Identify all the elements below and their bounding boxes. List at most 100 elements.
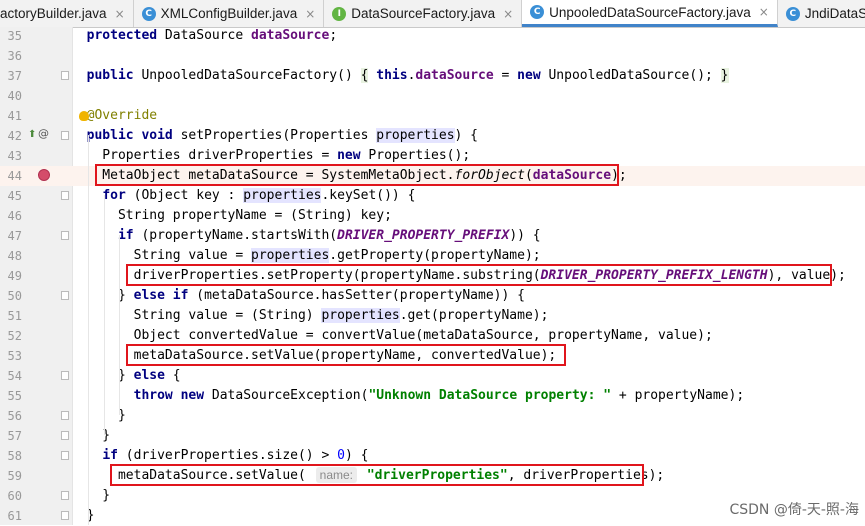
tab-0[interactable]: actoryBuilder.java ×	[0, 0, 134, 27]
fold-marker-icon[interactable]	[61, 451, 69, 460]
code-line[interactable]: 57 }	[0, 426, 865, 446]
code-text: throw new DataSourceException("Unknown D…	[133, 388, 745, 403]
code-text: } else if (metaDataSource.hasSetter(prop…	[71, 288, 525, 303]
fold-marker-icon[interactable]	[61, 231, 69, 240]
line-number: 48	[7, 249, 22, 263]
at-gutter-icon[interactable]: @	[38, 127, 49, 140]
fold-marker-icon[interactable]	[61, 431, 69, 440]
code-line[interactable]: 42 public void setProperties(Properties …	[0, 126, 865, 146]
tab-label: JndiDataSourceFactory.java	[804, 6, 865, 21]
line-number: 50	[7, 289, 22, 303]
code-text: driverProperties.setProperty(propertyNam…	[71, 268, 846, 283]
code-text: String value = (String) properties.get(p…	[71, 308, 549, 323]
fold-marker-icon[interactable]	[61, 491, 69, 500]
line-number: 53	[7, 349, 22, 363]
code-text: String propertyName = (String) key;	[71, 208, 392, 223]
code-line[interactable]: 56 }	[0, 406, 865, 426]
line-number: 42	[7, 129, 22, 143]
close-icon[interactable]: ×	[305, 7, 315, 21]
code-line[interactable]: 50 } else if (metaDataSource.hasSetter(p…	[0, 286, 865, 306]
code-line[interactable]: 58 if (driverProperties.size() > 0) {	[0, 446, 865, 466]
code-text: for (Object key : properties.keySet()) {	[102, 188, 416, 203]
code-text: }	[71, 508, 95, 523]
line-number: 59	[7, 469, 22, 483]
breakpoint-icon[interactable]	[38, 169, 50, 181]
line-number: 37	[7, 69, 22, 83]
code-line[interactable]: 52 Object convertedValue = convertValue(…	[0, 326, 865, 346]
code-line[interactable]: 49 driverProperties.setProperty(property…	[0, 266, 865, 286]
code-line[interactable]: 37 public UnpooledDataSourceFactory() { …	[0, 66, 865, 86]
tab-label: actoryBuilder.java	[0, 6, 107, 21]
fold-marker-icon[interactable]	[61, 71, 69, 80]
fold-marker-icon[interactable]	[61, 291, 69, 300]
fold-marker-icon[interactable]	[61, 371, 69, 380]
code-line[interactable]: 44 MetaObject metaDataSource = SystemMet…	[0, 166, 865, 186]
override-gutter-icon[interactable]: ⬆	[28, 129, 36, 140]
tab-label: DataSourceFactory.java	[351, 6, 496, 21]
code-editor[interactable]: 61 } 60 } 59 metaDataSource.setValue( name…	[0, 27, 865, 525]
code-line[interactable]: 36	[0, 46, 865, 66]
tab-2[interactable]: I DataSourceFactory.java ×	[324, 0, 523, 27]
bulb-icon[interactable]	[79, 111, 89, 121]
code-line[interactable]: 48 String value = properties.getProperty…	[0, 246, 865, 266]
tab-1[interactable]: C XMLConfigBuilder.java ×	[134, 0, 325, 27]
code-line[interactable]: 47 if (propertyName.startsWith(DRIVER_PR…	[0, 226, 865, 246]
line-number: 57	[7, 429, 22, 443]
line-number: 54	[7, 369, 22, 383]
line-number: 49	[7, 269, 22, 283]
code-text: }	[71, 488, 111, 503]
line-number: 45	[7, 189, 22, 203]
code-line[interactable]: 53 metaDataSource.setValue(propertyName,…	[0, 346, 865, 366]
indent-guide	[119, 235, 120, 415]
code-text: }	[71, 408, 126, 423]
fold-marker-icon[interactable]	[61, 131, 69, 140]
line-number: 47	[7, 229, 22, 243]
line-number: 43	[7, 149, 22, 163]
line-number: 52	[7, 329, 22, 343]
tab-label: UnpooledDataSourceFactory.java	[549, 4, 751, 20]
code-line[interactable]: 51 String value = (String) properties.ge…	[0, 306, 865, 326]
line-number: 46	[7, 209, 22, 223]
code-line[interactable]: 54 } else {	[0, 366, 865, 386]
code-text: String value = properties.getProperty(pr…	[71, 248, 541, 263]
class-c-icon: C	[530, 5, 545, 19]
code-text: Object convertedValue = convertValue(met…	[71, 328, 713, 343]
line-number: 41	[7, 109, 22, 123]
code-text: metaDataSource.setValue( name: "driverPr…	[71, 467, 665, 483]
code-line[interactable]: 46 String propertyName = (String) key;	[0, 206, 865, 226]
close-icon[interactable]: ×	[759, 5, 769, 19]
code-line[interactable]: 35 protected DataSource dataSource;	[0, 26, 865, 46]
line-number: 44	[7, 169, 22, 183]
code-line[interactable]: 43 Properties driverProperties = new Pro…	[0, 146, 865, 166]
fold-marker-icon[interactable]	[61, 411, 69, 420]
code-text: if (propertyName.startsWith(DRIVER_PROPE…	[117, 228, 541, 243]
tab-3[interactable]: C UnpooledDataSourceFactory.java ×	[522, 0, 778, 27]
line-number: 56	[7, 409, 22, 423]
code-text: MetaObject metaDataSource = SystemMetaOb…	[71, 168, 627, 183]
code-text: public void setProperties(Properties pro…	[86, 128, 479, 143]
indent-guide	[88, 135, 89, 525]
close-icon[interactable]: ×	[503, 7, 513, 21]
fold-marker-icon[interactable]	[61, 191, 69, 200]
line-number: 55	[7, 389, 22, 403]
code-line[interactable]: 55 throw new DataSourceException("Unknow…	[0, 386, 865, 406]
line-number: 51	[7, 309, 22, 323]
interface-i-icon: I	[332, 6, 347, 21]
tab-label: XMLConfigBuilder.java	[160, 6, 298, 21]
line-number: 36	[7, 49, 22, 63]
code-text: metaDataSource.setValue(propertyName, co…	[71, 348, 557, 363]
code-line[interactable]: 40	[0, 86, 865, 106]
class-c-icon: C	[785, 6, 800, 21]
code-line[interactable]: 41 @Override	[0, 106, 865, 126]
indent-guide	[104, 195, 105, 435]
line-number: 40	[7, 89, 22, 103]
code-line[interactable]: 59 metaDataSource.setValue( name: "drive…	[0, 466, 865, 486]
watermark-text: CSDN @倚-天-照-海	[729, 502, 859, 518]
code-text: protected DataSource dataSource;	[86, 28, 338, 43]
line-number: 61	[7, 509, 22, 523]
tab-4[interactable]: CJndiDataSourceFactory.java×	[778, 0, 865, 27]
fold-marker-icon[interactable]	[61, 511, 69, 520]
line-number: 58	[7, 449, 22, 463]
close-icon[interactable]: ×	[115, 7, 125, 21]
code-line[interactable]: 45 for (Object key : properties.keySet()…	[0, 186, 865, 206]
